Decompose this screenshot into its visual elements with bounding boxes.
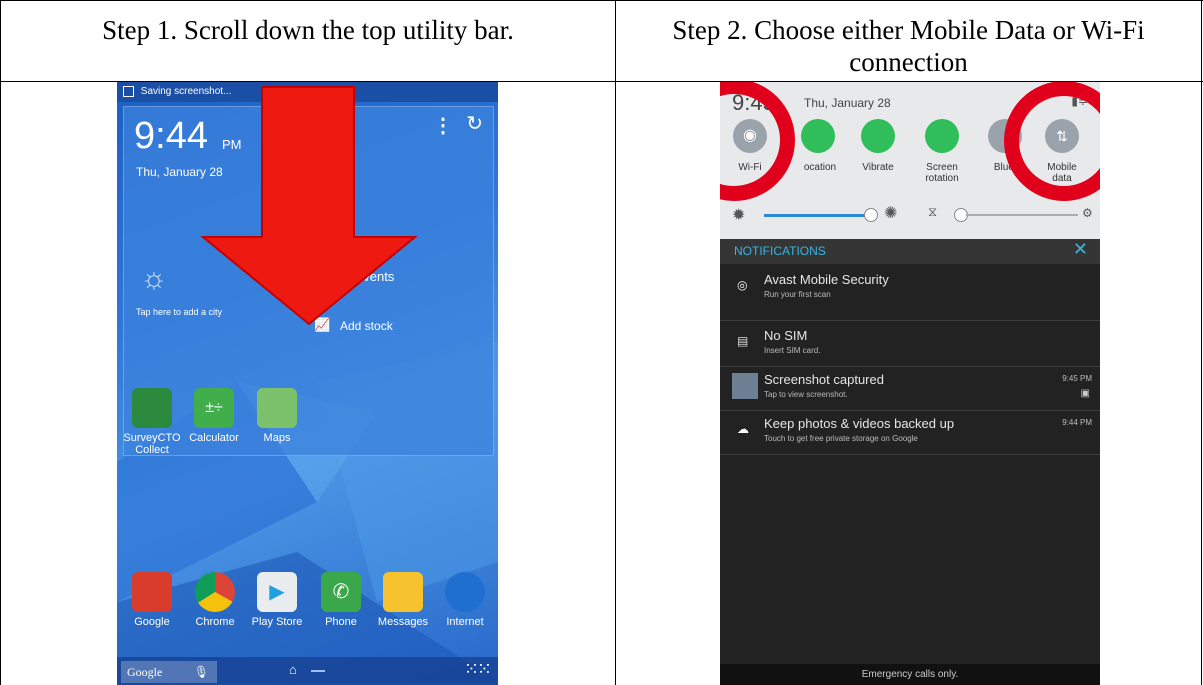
step1-header: Step 1. Scroll down the top utility bar. (102, 15, 514, 45)
surveycto-icon[interactable] (132, 388, 172, 428)
vibrate-toggle-icon[interactable] (861, 119, 895, 153)
notification-time: 9:45 PM (1062, 374, 1092, 383)
step2-header-line2: connection (849, 47, 968, 77)
brightness-icon: ✹ (732, 207, 746, 224)
auto-brightness-icon[interactable]: ✺ (884, 203, 897, 223)
location-toggle-icon[interactable] (801, 119, 835, 153)
app-label-maps: Maps (263, 432, 291, 444)
cloud-upload-icon: ☁ (737, 422, 749, 436)
notification-panel-screenshot: 9:45 Thu, January 28 ▮≑ ◉ Wi-Fi ocation … (720, 82, 1100, 685)
app-label-surveycto: SurveyCTO Collect (123, 432, 181, 456)
maps-icon[interactable] (257, 388, 297, 428)
notification-title: Keep photos & videos backed up (764, 416, 955, 431)
brightness-handle[interactable] (864, 208, 878, 222)
notification-subtitle: Touch to get free private storage on Goo… (764, 434, 918, 443)
calculator-icon[interactable]: ±÷ (194, 388, 234, 428)
home-screen-screenshot: Saving screenshot... 9:44 PM Thu, Januar… (117, 82, 498, 685)
home-icon[interactable]: ⌂ (289, 662, 297, 677)
screen-rotation-label: Screen rotation (925, 162, 959, 184)
google-search-bar[interactable]: Google 🎙 (121, 661, 217, 683)
screenshot-thumbnail (732, 373, 758, 399)
brightness-slider[interactable] (764, 214, 868, 217)
gallery-icon: ▣ (1080, 388, 1090, 399)
notification-time: 9:44 PM (1062, 418, 1092, 427)
avast-icon: ◎ (737, 278, 748, 292)
bottom-dock: Google 🎙 ⌂ ⁙⁙ (117, 657, 498, 685)
app-label-messages: Messages (377, 616, 429, 628)
volume-slider[interactable] (966, 214, 1078, 216)
notification-title: No SIM (764, 328, 808, 343)
notification-subtitle: Tap to view screenshot. (764, 390, 848, 399)
notifications-header: NOTIFICATIONS ✕ (720, 239, 1100, 264)
qs-date: Thu, January 28 (804, 96, 891, 110)
app-label-calculator: Calculator (189, 432, 239, 444)
app-label-phone: Phone (325, 616, 357, 628)
page-indicator (311, 670, 325, 672)
table-border-right (1201, 0, 1202, 685)
app-label-google: Google (134, 616, 170, 628)
notification-subtitle: Run your first scan (764, 290, 831, 299)
step2-header-line1: Step 2. Choose either Mobile Data or Wi-… (672, 15, 1145, 45)
notification-title: Screenshot captured (764, 372, 884, 387)
notification-no-sim[interactable]: ▤ No SIM Insert SIM card. (720, 320, 1100, 367)
play-store-icon[interactable]: ▶ (257, 572, 297, 612)
messages-icon[interactable] (383, 572, 423, 612)
notification-backup[interactable]: ☁ Keep photos & videos backed up Touch t… (720, 410, 1100, 455)
volume-icon: ⧖ (928, 204, 938, 219)
volume-settings-icon[interactable]: ⚙ (1082, 206, 1093, 220)
notification-screenshot[interactable]: Screenshot captured Tap to view screensh… (720, 366, 1100, 411)
google-folder-icon[interactable] (132, 572, 172, 612)
table-border-left (0, 0, 1, 685)
down-arrow (200, 86, 418, 326)
notification-subtitle: Insert SIM card. (764, 346, 821, 355)
notifications-title: NOTIFICATIONS (734, 244, 826, 258)
clear-notifications-icon[interactable]: ✕ (1073, 239, 1088, 260)
search-label: Google (127, 665, 163, 679)
vibrate-label: Vibrate (862, 162, 894, 173)
internet-icon[interactable] (445, 572, 485, 612)
app-label-chrome: Chrome (195, 616, 235, 628)
table-border-middle (615, 0, 616, 685)
sim-icon: ▤ (737, 334, 749, 348)
app-label-internet: Internet (446, 616, 484, 628)
screen-rotation-toggle-icon[interactable] (925, 119, 959, 153)
location-label: ocation (803, 162, 837, 173)
chrome-icon[interactable] (195, 572, 235, 612)
notification-title: Avast Mobile Security (764, 272, 889, 287)
table-border-top (0, 0, 1203, 1)
app-label-play-store: Play Store (251, 616, 303, 628)
app-drawer-icon[interactable]: ⁙⁙ (464, 659, 492, 680)
emergency-footer: Emergency calls only. (720, 664, 1100, 685)
notification-avast[interactable]: ◎ Avast Mobile Security Run your first s… (720, 264, 1100, 321)
phone-icon[interactable]: ✆ (321, 572, 361, 612)
mic-icon[interactable]: 🎙 (194, 661, 209, 683)
